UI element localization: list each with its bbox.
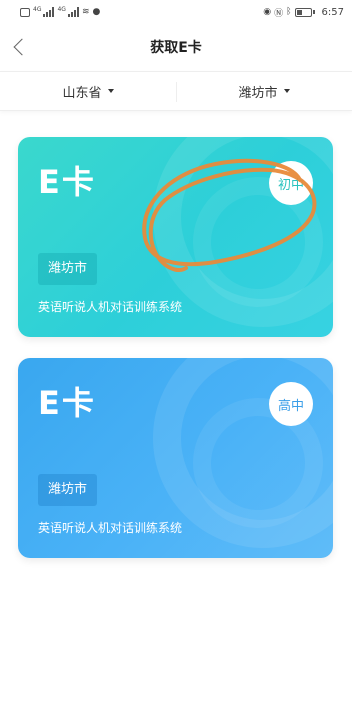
- province-label: 山东省: [62, 85, 102, 101]
- card-name: E卡: [38, 163, 96, 201]
- level-badge: 初中: [269, 161, 313, 205]
- nfc-icon: Ⓝ: [274, 8, 284, 19]
- chevron-left-icon: [13, 38, 31, 56]
- level-badge: 高中: [269, 382, 313, 426]
- card-system-name: 英语听说人机对话训练系统: [38, 521, 183, 535]
- chat-icon: ●: [92, 7, 101, 17]
- province-dropdown[interactable]: 山东省: [0, 72, 176, 110]
- card-system-name: 英语听说人机对话训练系统: [38, 300, 183, 314]
- card-city: 潍坊市: [38, 474, 98, 506]
- status-time: 6:57: [321, 6, 344, 18]
- ecard-junior[interactable]: E卡 初中 潍坊市 英语听说人机对话训练系统: [18, 137, 333, 337]
- ecard-senior[interactable]: E卡 高中 潍坊市 英语听说人机对话训练系统: [18, 358, 333, 558]
- card-city: 潍坊市: [38, 253, 98, 285]
- caret-down-icon: [107, 89, 114, 93]
- bluetooth-icon: ᛒ: [286, 7, 292, 17]
- nav-bar: 获取E卡: [0, 24, 352, 70]
- wifi-icon: ≋: [81, 7, 90, 17]
- status-right: ◉ Ⓝ ᛒ 6:57: [263, 6, 344, 19]
- status-bar: 4G 4G ≋ ● ◉ Ⓝ ᛒ 6:57: [0, 0, 352, 24]
- city-label: 潍坊市: [238, 85, 278, 101]
- city-dropdown[interactable]: 潍坊市: [176, 72, 352, 110]
- page-title: 获取E卡: [150, 40, 202, 56]
- caret-down-icon: [283, 89, 290, 93]
- filter-bar: 山东省 潍坊市: [0, 71, 352, 111]
- card-name: E卡: [38, 384, 96, 422]
- notification-icon: [20, 7, 30, 17]
- network-type-2: 4G: [57, 6, 66, 13]
- status-left: 4G 4G ≋ ●: [20, 7, 100, 17]
- signal-1-icon: [43, 7, 55, 17]
- battery-icon: [294, 7, 315, 17]
- signal-2-icon: [67, 7, 79, 17]
- eye-icon: ◉: [263, 7, 272, 17]
- back-button[interactable]: [6, 32, 32, 62]
- network-type-1: 4G: [33, 6, 42, 13]
